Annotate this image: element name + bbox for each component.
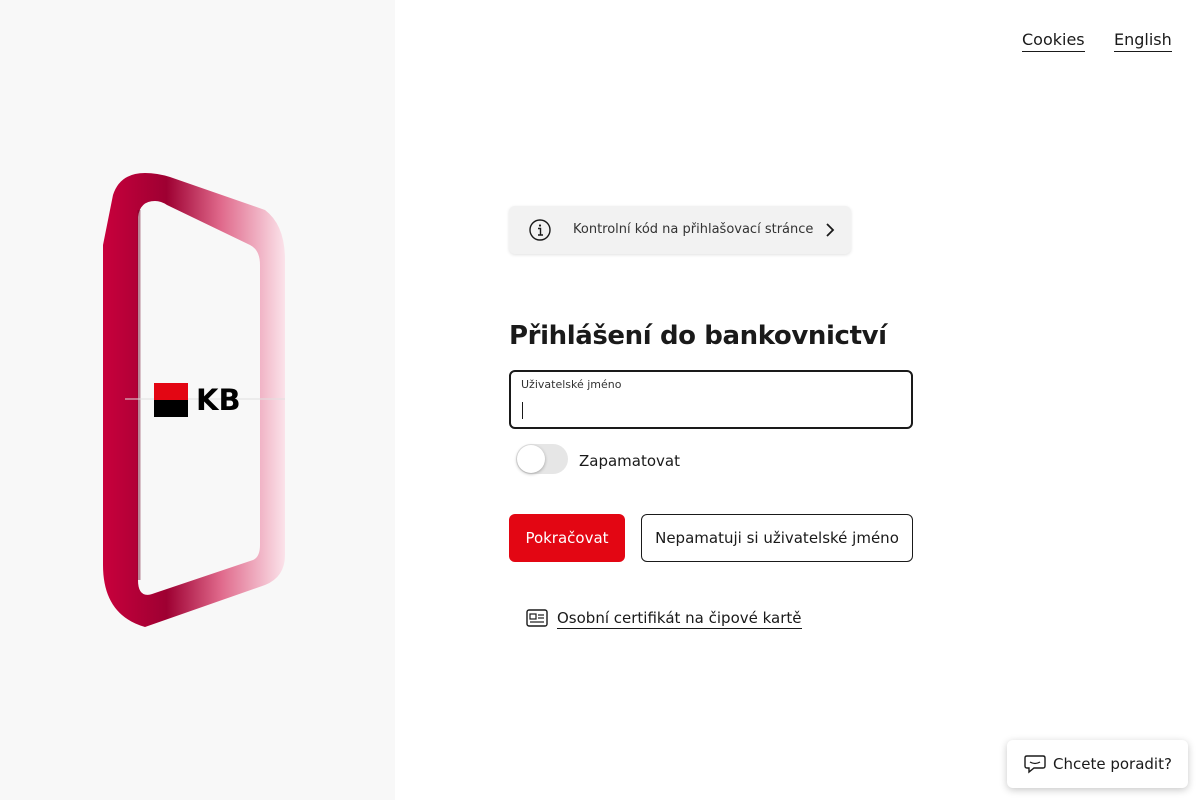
chat-bubble-icon [1024, 755, 1046, 774]
username-field[interactable]: Uživatelské jméno [509, 370, 913, 429]
kb-logo-mark [154, 383, 188, 417]
remember-toggle[interactable] [516, 444, 568, 474]
certificate-login-label: Osobní certifikát na čipové kartě [557, 609, 802, 629]
cookies-link[interactable]: Cookies [1022, 30, 1085, 52]
page-title: Přihlášení do bankovnictví [509, 321, 887, 351]
left-brand-panel: KB [0, 0, 395, 800]
chat-help-label: Chcete poradit? [1053, 755, 1172, 773]
chevron-right-icon [826, 223, 835, 237]
forgot-username-button[interactable]: Nepamatuji si uživatelské jméno [641, 514, 913, 562]
id-card-icon [526, 609, 548, 627]
kb-logo-text: KB [196, 383, 241, 417]
remember-label[interactable]: Zapamatovat [579, 451, 680, 471]
chat-help-button[interactable]: Chcete poradit? [1007, 740, 1188, 788]
text-caret [522, 402, 523, 419]
language-switch-link[interactable]: English [1114, 30, 1172, 52]
continue-button[interactable]: Pokračovat [509, 514, 625, 562]
username-label: Uživatelské jméno [521, 378, 622, 391]
remember-toggle-knob [517, 445, 545, 473]
info-icon [529, 219, 551, 241]
kb-logo: KB [154, 383, 246, 417]
control-code-info-bar[interactable]: Kontrolní kód na přihlašovací stránce [509, 206, 851, 254]
control-code-info-text: Kontrolní kód na přihlašovací stránce [573, 222, 814, 237]
username-input[interactable] [521, 398, 901, 420]
